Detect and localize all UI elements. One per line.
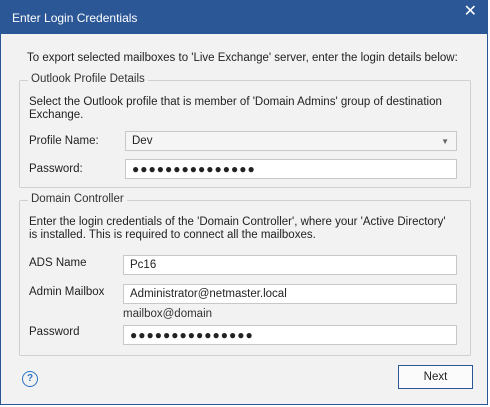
dropdown-arrow-icon: ▼ (441, 137, 449, 146)
outlook-group-label: Outlook Profile Details (28, 73, 148, 85)
outlook-password-label: Password: (29, 163, 83, 175)
close-icon[interactable]: ✕ (464, 4, 477, 20)
outlook-description: Select the Outlook profile that is membe… (29, 96, 442, 121)
outlook-password-field[interactable]: ●●●●●●●●●●●●●●● (125, 159, 457, 179)
domain-group-label: Domain Controller (28, 193, 127, 205)
help-icon[interactable]: ? (22, 371, 38, 387)
next-button[interactable]: Next (398, 365, 473, 389)
profile-name-select[interactable]: Dev ▼ (125, 131, 457, 151)
domain-description: Enter the login credentials of the 'Doma… (29, 216, 446, 241)
ads-name-field[interactable]: Pc16 (123, 255, 457, 275)
intro-text: To export selected mailboxes to 'Live Ex… (27, 52, 458, 64)
title-bar: Enter Login Credentials ✕ (1, 1, 487, 34)
ads-name-label: ADS Name (29, 257, 87, 269)
admin-mailbox-label: Admin Mailbox (29, 286, 105, 298)
domain-password-field[interactable]: ●●●●●●●●●●●●●●● (123, 325, 457, 345)
admin-mailbox-field[interactable]: Administrator@netmaster.local (123, 284, 457, 304)
domain-password-label: Password (29, 326, 80, 338)
mailbox-hint: mailbox@domain (123, 308, 213, 320)
login-credentials-dialog: Enter Login Credentials ✕ To export sele… (0, 0, 488, 405)
profile-name-value: Dev (132, 135, 153, 147)
profile-name-label: Profile Name: (29, 135, 99, 147)
dialog-title: Enter Login Credentials (12, 11, 138, 25)
